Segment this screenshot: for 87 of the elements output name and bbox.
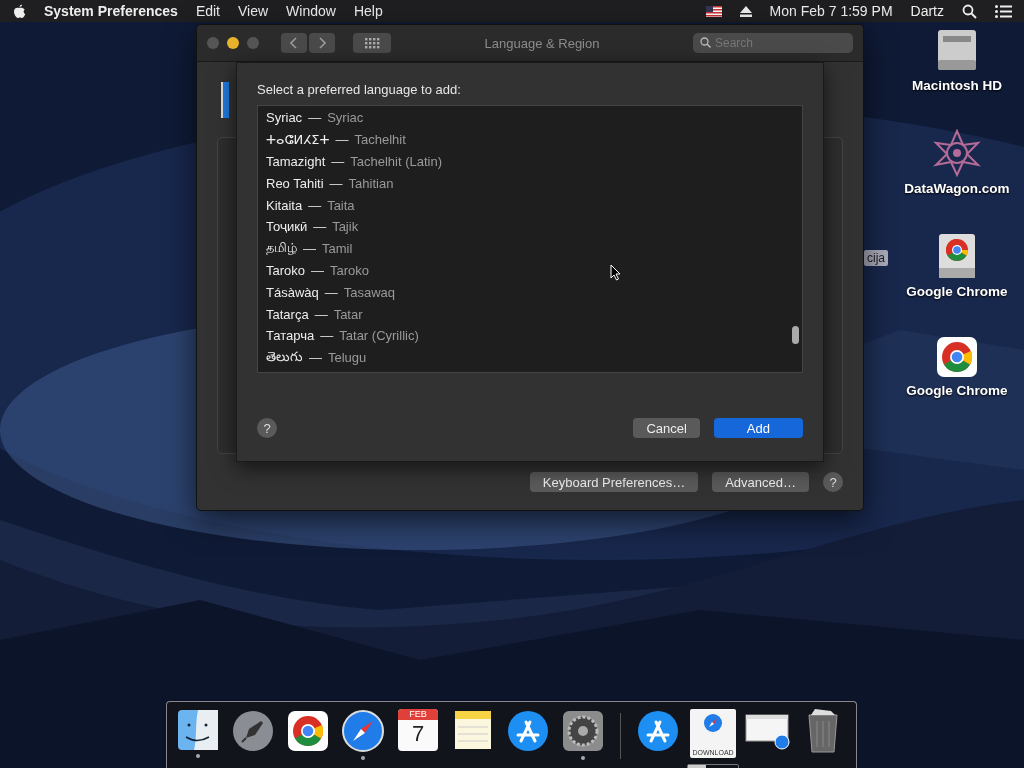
language-english-name[interactable]: Tajik	[332, 219, 359, 235]
chevron-left-icon	[290, 37, 298, 49]
dash-separator: —	[335, 132, 349, 148]
language-english-name[interactable]: Tachelhit	[354, 132, 406, 148]
language-native-name[interactable]: தமிழ்	[266, 240, 297, 258]
notepad-icon[interactable]	[453, 709, 493, 751]
star-pattern-icon[interactable]	[933, 129, 981, 177]
language-native-name[interactable]: Taroko	[266, 262, 306, 278]
menu-item[interactable]: View	[238, 3, 269, 19]
language-english-name[interactable]: Taita	[327, 197, 355, 213]
forward-button[interactable]	[309, 33, 335, 53]
menu-item[interactable]: Help	[353, 3, 383, 19]
calendar-month: FEB	[398, 709, 438, 720]
dash-separator: —	[324, 284, 338, 300]
desktop-icon-label[interactable]: Google Chrome	[906, 284, 1008, 299]
dash-separator: —	[308, 197, 322, 213]
language-native-name[interactable]: తెలుగు	[266, 348, 303, 367]
language-native-name[interactable]: ⵜⴰⵛⵍⵃⵉⵜ	[266, 132, 330, 148]
button[interactable]: Advanced…	[712, 472, 809, 492]
language-native-name[interactable]: Tatarça	[266, 306, 309, 322]
language-native-name[interactable]: Kitaita	[266, 197, 303, 213]
dash-separator: —	[308, 110, 322, 126]
grid-icon	[364, 37, 380, 49]
cancel-button[interactable]: Cancel	[633, 418, 700, 438]
dash-separator: —	[303, 241, 316, 257]
menu-icon[interactable]	[995, 4, 1012, 18]
calendar-day: 7	[411, 720, 425, 748]
language-native-name[interactable]: Tásàwàq	[266, 284, 319, 300]
help-button[interactable]: ?	[257, 418, 277, 438]
app-store-icon[interactable]	[636, 709, 680, 753]
app-store-icon[interactable]	[506, 709, 550, 753]
language-english-name[interactable]: Taroko	[330, 262, 370, 278]
calendar-icon[interactable]: FEB 7	[398, 709, 438, 751]
language-english-name[interactable]: Tamil	[322, 241, 353, 257]
language-english-name[interactable]: Tasawaq	[343, 284, 396, 300]
desktop-icon-label[interactable]: Macintosh HD	[912, 78, 1002, 93]
language-native-name[interactable]: Reo Tahiti	[266, 175, 324, 191]
button[interactable]: Keyboard Preferences…	[529, 472, 699, 492]
dash-separator: —	[320, 328, 334, 344]
finder-icon[interactable]	[177, 709, 219, 751]
desktop-icon-label[interactable]: cija	[864, 250, 888, 266]
menu-item[interactable]: Window	[286, 3, 336, 19]
dash-separator: —	[331, 154, 345, 169]
add-button[interactable]: Add	[713, 418, 803, 438]
compass-icon	[703, 713, 723, 733]
tab-edge	[221, 82, 229, 118]
language-native-name[interactable]: Тоҷикӣ	[266, 219, 308, 235]
search-icon[interactable]	[962, 3, 977, 19]
chrome-logo-icon[interactable]	[286, 709, 330, 753]
dash-separator: —	[309, 350, 322, 366]
menu-item[interactable]: Edit	[195, 3, 220, 19]
dash-separator: —	[314, 306, 328, 322]
flag-icon[interactable]	[705, 5, 722, 17]
back-button[interactable]	[281, 33, 307, 53]
dash-separator: —	[311, 262, 325, 278]
cursor-icon	[610, 264, 621, 281]
language-english-name[interactable]: Tatar	[333, 306, 363, 322]
language-native-name[interactable]: Syriac	[266, 110, 303, 126]
rocket-icon[interactable]	[231, 709, 275, 753]
chrome-logo-icon[interactable]	[935, 335, 979, 379]
language-english-name[interactable]: Telugu	[328, 350, 367, 366]
gear-icon[interactable]	[561, 709, 605, 753]
minimize-button[interactable]	[227, 37, 239, 49]
search-icon	[700, 37, 711, 48]
window-title: Language & Region	[483, 35, 601, 51]
app-menu[interactable]: System Preferences	[44, 3, 178, 19]
chevron-right-icon	[318, 37, 326, 49]
language-native-name[interactable]: Татарча	[266, 328, 315, 344]
language-english-name[interactable]: Tachelhit (Latin)	[350, 154, 443, 169]
dash-separator: —	[313, 219, 327, 235]
help-button[interactable]: ?	[823, 472, 843, 492]
desktop-icon-label[interactable]: Google Chrome	[906, 383, 1008, 398]
sheet-prompt: Select a preferred language to add:	[257, 82, 462, 97]
language-native-name[interactable]: Tamazight	[266, 154, 326, 169]
scrollbar-thumb[interactable]	[792, 326, 799, 344]
apple-logo-icon[interactable]	[12, 3, 26, 19]
language-english-name[interactable]: Tatar (Cyrillic)	[339, 328, 419, 344]
compass-icon[interactable]	[341, 709, 385, 753]
menu-clock[interactable]: Mon Feb 7 1:59 PM	[769, 3, 893, 19]
trash-can-icon[interactable]	[805, 709, 841, 753]
desktop-icon-label[interactable]: DataWagon.com	[904, 181, 1010, 196]
language-english-name[interactable]: Syriac	[327, 110, 364, 126]
language-english-name[interactable]: Tahitian	[348, 175, 394, 191]
show-all-button[interactable]	[353, 33, 391, 53]
eject-icon[interactable]	[739, 5, 752, 17]
dash-separator: —	[329, 175, 343, 191]
user-name[interactable]: Dartz	[910, 3, 944, 19]
